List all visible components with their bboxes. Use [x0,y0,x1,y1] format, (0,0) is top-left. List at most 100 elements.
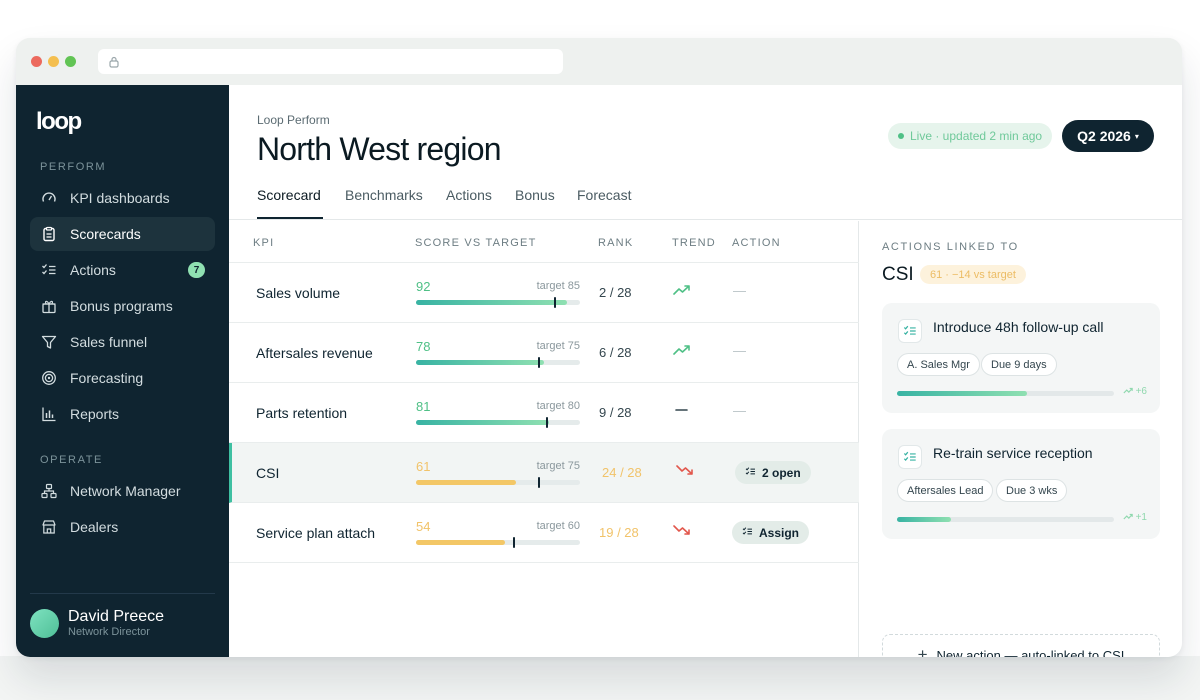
sidebar-item-label: Dealers [70,519,119,535]
chevron-down-icon: ▾ [1134,131,1139,141]
kpi-score: 92 [416,279,431,294]
score-gap-badge: 61 · −14 vs target [920,265,1026,284]
kpi-name: Parts retention [256,405,348,421]
tab-bonus[interactable]: Bonus [515,187,555,203]
gauge-icon [41,190,57,206]
due-tag: Due 3 wks [996,479,1068,502]
close-window-icon[interactable] [31,56,42,67]
table-row[interactable]: CSI 61 target 75 24 / 28 2 open [229,443,859,503]
sidebar-item-label: Reports [70,406,120,422]
sidebar-item-label: KPI dashboards [70,190,170,206]
column-header-trend[interactable]: TREND [672,237,716,249]
score-bar-fill [416,480,517,485]
avatar[interactable] [30,609,59,638]
period-selector-button[interactable]: Q2 2026 ▾ [1062,120,1154,152]
sidebar-item-label: Actions [70,262,116,278]
lock-icon [109,55,119,73]
score-bar [416,417,580,428]
sidebar-item-network-manager[interactable]: Network Manager [30,474,215,508]
trend-down-icon [673,523,691,537]
no-action: — [733,343,746,358]
sidebar-item-bonus-programs[interactable]: Bonus programs [30,289,215,323]
no-action: — [733,403,746,418]
section-label-operate: OPERATE [40,454,103,466]
score-bar [416,537,580,548]
owner-tag: Aftersales Lead [897,479,994,502]
kpi-name: CSI [256,465,280,481]
live-status-text: Live · updated 2 min ago [910,129,1043,143]
tab-forecast[interactable]: Forecast [577,187,631,203]
kpi-score: 81 [416,399,431,414]
network-icon [41,483,57,499]
sidebar-item-dealers[interactable]: Dealers [30,510,215,544]
user-role: Network Director [68,626,150,638]
kpi-score: 78 [416,339,431,354]
live-status-badge: Live · updated 2 min ago [888,123,1053,149]
sidebar-item-actions[interactable]: Actions 7 [30,253,215,287]
logo[interactable]: loop [36,108,82,136]
tab-actions[interactable]: Actions [446,187,492,203]
active-tab-indicator [257,217,323,219]
table-row[interactable]: Sales volume 92 target 85 2 / 28 — [229,263,859,323]
clipboard-icon [41,226,57,242]
minimize-window-icon[interactable] [48,56,59,67]
score-bar-fill [416,540,505,545]
action-chip-button[interactable]: Assign [732,521,810,544]
sidebar-item-scorecards[interactable]: Scorecards [30,217,215,251]
action-card[interactable]: Introduce 48h follow-up call A. Sales Mg… [882,303,1160,413]
page-title: North West region [257,131,502,167]
funnel-icon [41,334,57,350]
action-chip-button[interactable]: 2 open [735,461,811,484]
sidebar-item-label: Sales funnel [70,334,148,350]
gift-icon [41,298,57,314]
score-bar [416,477,580,488]
column-header-rank[interactable]: RANK [598,237,633,249]
main-content: Loop Perform North West region Live · up… [229,85,1182,657]
panel-title: CSI [882,264,914,285]
kpi-name: Service plan attach [256,525,376,541]
table-row[interactable]: Parts retention 81 target 80 9 / 28 — [229,383,859,443]
impact-delta: +6 [1123,386,1147,397]
action-progress-bar [897,391,1114,396]
user-name[interactable]: David Preece [68,608,164,626]
target-marker [546,417,549,428]
sidebar-item-kpi-dashboards[interactable]: KPI dashboards [30,181,215,215]
app-eyebrow: Loop Perform [257,113,330,127]
sidebar-item-forecasting[interactable]: Forecasting [30,361,215,395]
no-action: — [733,283,746,298]
sidebar-item-reports[interactable]: Reports [30,397,215,431]
maximize-window-icon[interactable] [65,56,76,67]
trend-flat-icon [673,403,691,417]
table-row[interactable]: Aftersales revenue 78 target 75 6 / 28 — [229,323,859,383]
sidebar-item-label: Network Manager [70,483,181,499]
trend-up-icon [673,283,691,297]
action-card[interactable]: Re-train service reception Aftersales Le… [882,429,1160,539]
new-action-button[interactable]: + New action — auto-linked to CSI [882,634,1160,657]
linked-actions-panel: ACTIONS LINKED TO CSI 61 · −14 vs target… [860,221,1182,657]
kpi-rank: 2 / 28 [599,285,632,300]
browser-window: loop PERFORM KPI dashboards Scorecards A… [16,38,1182,657]
sidebar-item-sales-funnel[interactable]: Sales funnel [30,325,215,359]
checklist-icon [41,262,57,278]
target-marker [538,357,540,368]
trend-up-icon [1123,387,1133,394]
action-chip-label: Assign [759,525,800,540]
sidebar-divider [30,593,215,594]
score-bar-fill [416,420,549,425]
kpi-target: target 75 [536,340,580,352]
table-row[interactable]: Service plan attach 54 target 60 19 / 28 Ass… [229,503,859,563]
due-tag: Due 9 days [981,353,1057,376]
kpi-name: Sales volume [256,285,341,301]
section-label-perform: PERFORM [40,161,107,173]
target-marker [513,537,516,548]
score-bar [416,297,580,308]
kpi-rank: 9 / 28 [599,405,632,420]
column-header-kpi[interactable]: KPI [253,237,274,249]
column-header-action[interactable]: ACTION [732,237,781,249]
target-icon [41,370,57,386]
checklist-icon [898,319,922,343]
tab-scorecard[interactable]: Scorecard [257,187,321,203]
address-bar[interactable] [98,49,563,74]
tab-benchmarks[interactable]: Benchmarks [345,187,423,203]
column-header-score[interactable]: SCORE VS TARGET [415,237,537,249]
